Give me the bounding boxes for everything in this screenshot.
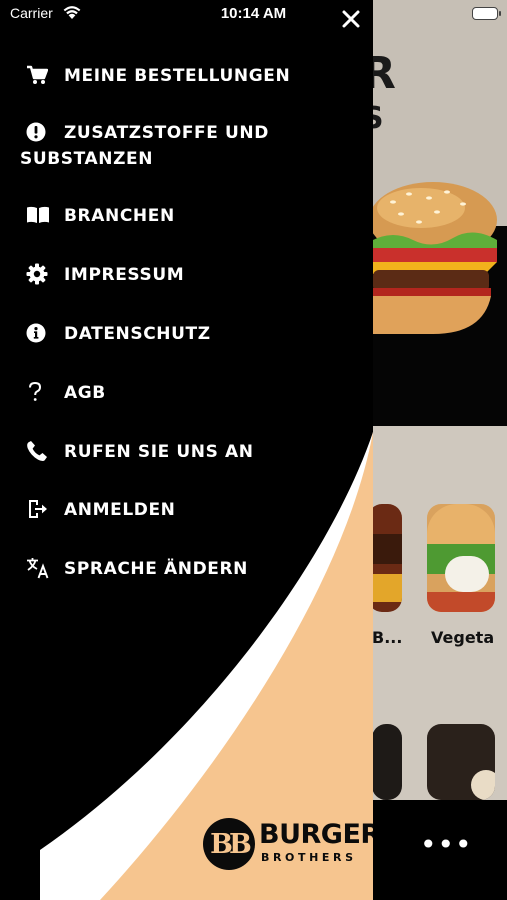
question-mark-icon xyxy=(22,380,56,404)
brand-mark-text: BB xyxy=(210,829,252,860)
brand-word-burger: BURGER xyxy=(259,819,373,850)
menu-item-impressum[interactable]: IMPRESSUM xyxy=(22,262,362,288)
brand-logo: BB BURGER BROTHERS xyxy=(203,818,373,870)
hero-burger-image xyxy=(373,182,497,334)
login-icon xyxy=(22,497,56,521)
open-book-icon xyxy=(22,203,56,227)
menu-item-branchen[interactable]: BRANCHEN xyxy=(22,203,362,229)
menu-item-datenschutz[interactable]: DATENSCHUTZ xyxy=(22,321,362,347)
menu-item-label: IMPRESSUM xyxy=(64,265,185,285)
menu-item-label: BRANCHEN xyxy=(64,206,175,226)
info-circle-icon xyxy=(22,321,56,345)
menu-item-label: RUFEN SIE UNS AN xyxy=(64,442,254,462)
menu-item-label-line2: SUBSTANZEN xyxy=(20,149,154,169)
category-card-image[interactable] xyxy=(427,724,495,800)
brand-word-brothers: BROTHERS xyxy=(261,851,357,864)
menu-item-label: AGB xyxy=(64,383,106,403)
menu-item-agb[interactable]: AGB xyxy=(22,380,362,406)
category-card-image[interactable] xyxy=(372,724,402,800)
category-card-image[interactable] xyxy=(368,504,402,612)
translate-icon xyxy=(22,556,56,580)
gear-icon xyxy=(22,262,56,286)
menu-item-label: ZUSATZSTOFFE UND xyxy=(64,123,269,143)
alert-circle-icon xyxy=(22,120,56,144)
cart-icon xyxy=(22,63,56,87)
menu-item-label: ANMELDEN xyxy=(64,500,176,520)
menu-item-meine-bestellungen[interactable]: MEINE BESTELLUNGEN xyxy=(22,63,362,89)
phone-icon xyxy=(22,439,56,463)
menu-item-sprache-aendern[interactable]: SPRACHE ÄNDERN xyxy=(22,556,362,582)
menu-item-label: SPRACHE ÄNDERN xyxy=(64,559,249,579)
menu-item-rufen-sie-uns-an[interactable]: RUFEN SIE UNS AN xyxy=(22,439,362,465)
clock: 10:14 AM xyxy=(220,5,287,22)
navigation-drawer: MEINE BESTELLUNGEN ZUSATZSTOFFE UND SUBS… xyxy=(0,0,373,900)
menu-item-label: MEINE BESTELLUNGEN xyxy=(64,66,291,86)
menu-item-anmelden[interactable]: ANMELDEN xyxy=(22,497,362,523)
more-button[interactable]: ••• xyxy=(420,830,472,864)
category-label[interactable]: Vegeta xyxy=(431,628,494,647)
category-card-image[interactable] xyxy=(427,504,495,612)
status-bar: Carrier 10:14 AM xyxy=(0,0,507,30)
menu-item-label: DATENSCHUTZ xyxy=(64,324,211,344)
menu-item-zusatzstoffe[interactable]: ZUSATZSTOFFE UND SUBSTANZEN xyxy=(20,120,362,172)
battery-icon xyxy=(472,7,501,20)
category-label[interactable]: B... xyxy=(372,628,402,647)
brand-mark: BB xyxy=(203,818,255,870)
